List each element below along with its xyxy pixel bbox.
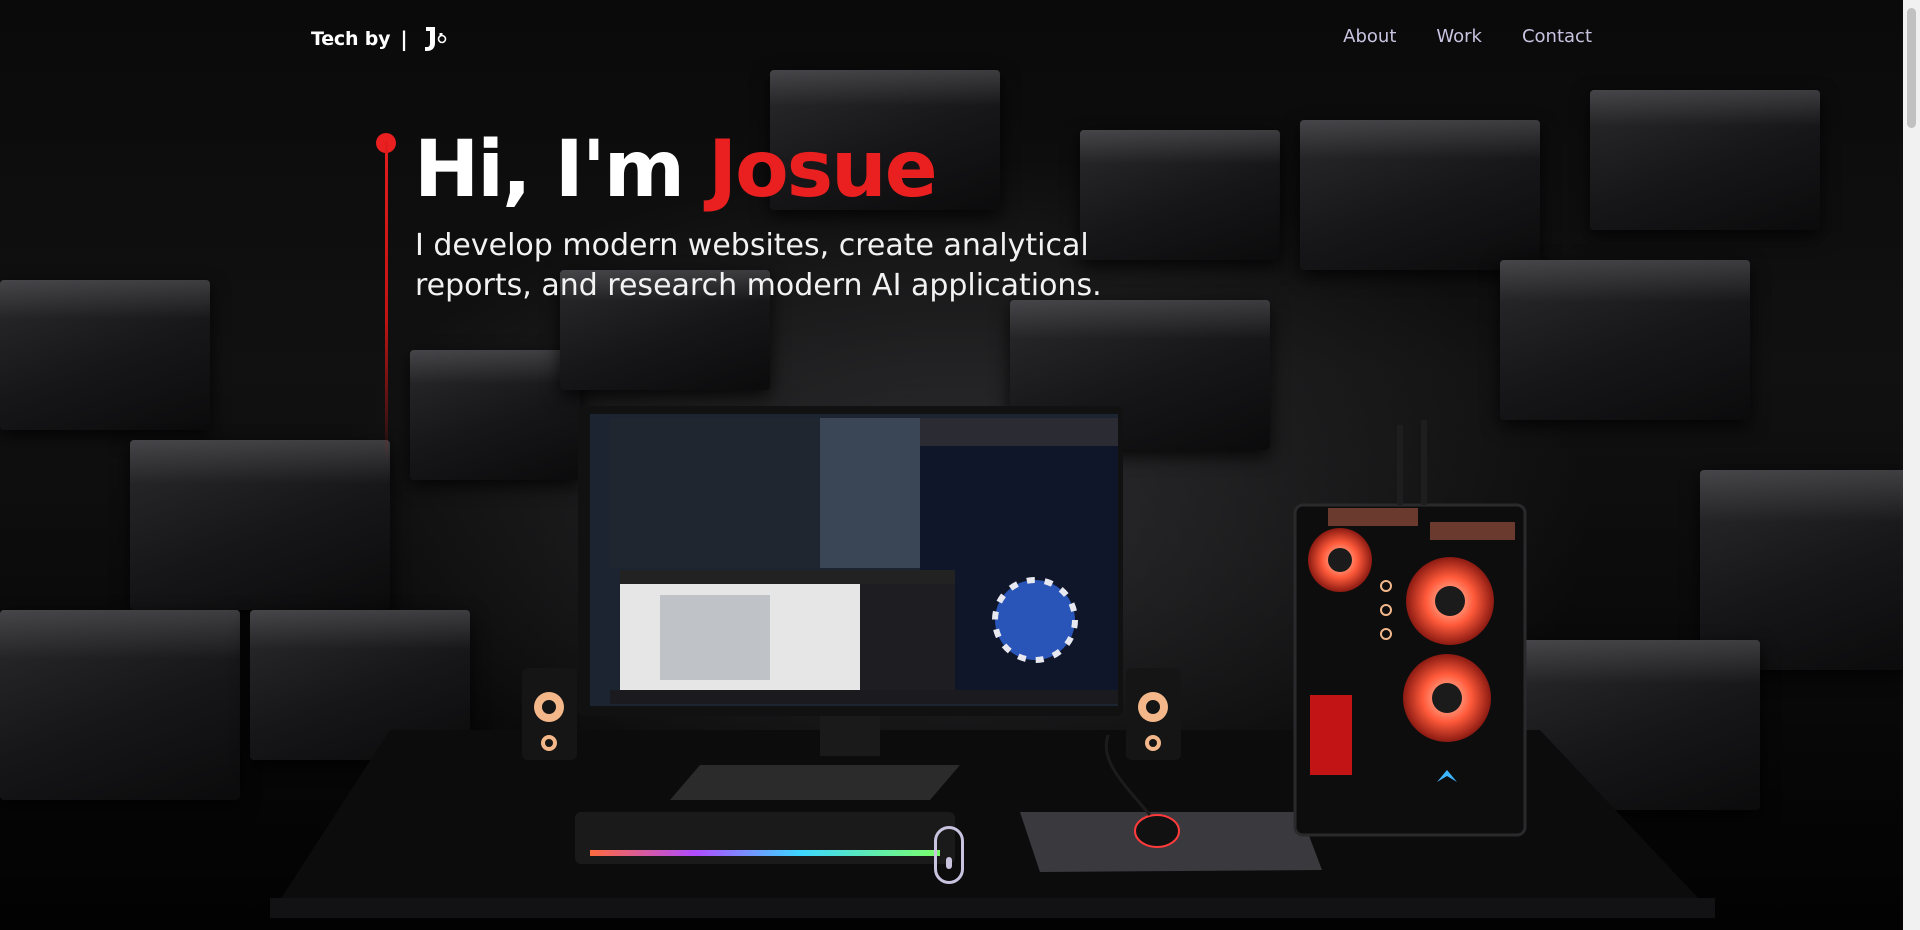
screen-wallpaper — [820, 418, 920, 568]
screen-browser-bar — [920, 418, 1118, 446]
keyboard — [575, 812, 955, 864]
taskbar — [610, 690, 1118, 704]
monitor-base — [670, 765, 960, 800]
scroll-dot — [946, 857, 952, 869]
monitor-stand — [820, 716, 880, 756]
page-scrollbar[interactable] — [1903, 0, 1920, 930]
mouse-scroll-icon[interactable] — [934, 826, 964, 884]
desk-edge — [270, 898, 1715, 918]
scrollbar-thumb[interactable] — [1907, 8, 1916, 128]
desk-setup-illustration — [270, 406, 1715, 918]
pc-gpu — [1310, 695, 1352, 775]
mouse — [1134, 814, 1180, 848]
